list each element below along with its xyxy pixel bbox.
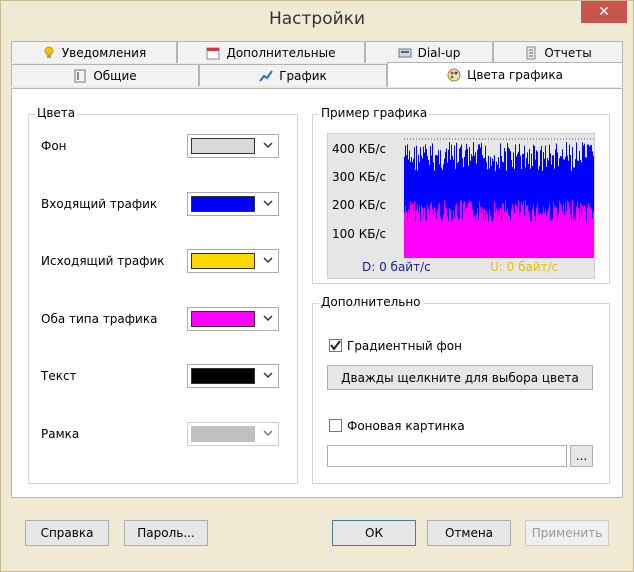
cancel-button[interactable]: Отмена [427, 520, 511, 546]
y-axis-label: 400 КБ/с [332, 142, 387, 156]
pick-color-button-label: Дважды щелкните для выбора цвета [341, 370, 579, 385]
ok-button-label: ОК [365, 526, 383, 540]
chevron-down-icon [263, 257, 273, 264]
tab-general[interactable]: Общие [11, 64, 199, 86]
graph-preview: 400 КБ/с 300 КБ/с 200 КБ/с 100 КБ/с D: 0… [327, 133, 595, 279]
window-title: Настройки [268, 9, 365, 29]
gradient-checkbox[interactable] [329, 339, 342, 352]
color-select-border[interactable] [187, 422, 279, 446]
color-select-both[interactable] [187, 307, 279, 331]
tab-label: Цвета графика [467, 68, 563, 82]
background-image-checkbox[interactable] [329, 419, 342, 432]
color-swatch [191, 253, 255, 269]
help-button-label: Справка [40, 526, 94, 540]
color-label-text: Текст [41, 369, 77, 383]
tab-label: График [279, 68, 327, 83]
tab-panel: Цвета Фон Входящий трафик Исходящий траф… [11, 88, 623, 498]
palette-icon [447, 68, 461, 82]
tab-label: Dial-up [417, 45, 461, 60]
chevron-down-icon [263, 372, 273, 379]
lightbulb-icon [44, 46, 54, 58]
password-button[interactable]: Пароль... [124, 520, 208, 546]
apply-button[interactable]: Применить [525, 520, 609, 546]
modem-icon [398, 48, 412, 57]
general-icon [74, 69, 86, 82]
browse-button-label: ... [575, 449, 588, 463]
background-image-label: Фоновая картинка [347, 419, 465, 433]
close-icon: ✕ [598, 4, 610, 20]
color-label-both: Оба типа трафика [41, 312, 158, 326]
group-title: Пример графика [319, 106, 430, 120]
traffic-plot [404, 138, 594, 258]
y-axis-label: 200 КБ/с [332, 198, 387, 212]
checkmark-icon [330, 340, 341, 351]
extra-group: Дополнительно Градиентный фон Дважды щел… [312, 295, 610, 484]
color-label-incoming: Входящий трафик [41, 197, 158, 211]
background-image-path-input[interactable] [327, 445, 567, 467]
color-select-background[interactable] [187, 134, 279, 158]
gradient-label: Градиентный фон [347, 339, 462, 353]
settings-window: Настройки ✕ Уведомления Дополнительные D… [0, 0, 634, 572]
apply-button-label: Применить [531, 526, 603, 540]
chevron-down-icon [263, 142, 273, 149]
chevron-down-icon [263, 315, 273, 322]
tab-graph-colors[interactable]: Цвета графика [387, 62, 623, 87]
color-select-outgoing[interactable] [187, 249, 279, 273]
tab-reports[interactable]: Отчеты [493, 41, 623, 63]
pick-color-button[interactable]: Дважды щелкните для выбора цвета [327, 365, 593, 390]
cancel-button-label: Отмена [444, 526, 494, 540]
close-button[interactable]: ✕ [581, 1, 627, 23]
tab-additional[interactable]: Дополнительные [177, 41, 365, 63]
tab-label: Отчеты [544, 45, 592, 60]
tab-label: Дополнительные [226, 45, 336, 60]
group-title: Дополнительно [319, 295, 423, 309]
color-swatch [191, 138, 255, 154]
title-bar: Настройки ✕ [1, 1, 633, 37]
color-label-background: Фон [41, 139, 67, 153]
chevron-down-icon [263, 430, 273, 437]
help-button[interactable]: Справка [25, 520, 109, 546]
graph-preview-group: Пример графика 400 КБ/с 300 КБ/с 200 КБ/… [312, 106, 610, 284]
color-select-text[interactable] [187, 364, 279, 388]
chevron-down-icon [263, 200, 273, 207]
calendar-icon [206, 47, 220, 59]
browse-button[interactable]: ... [570, 445, 593, 467]
y-axis-label: 300 КБ/с [332, 170, 387, 184]
chart-icon [259, 69, 274, 82]
password-button-label: Пароль... [137, 526, 195, 540]
graph-status-bar: D: 0 байт/с U: 0 байт/с [328, 256, 594, 278]
group-title: Цвета [35, 106, 78, 120]
y-axis-label: 100 КБ/с [332, 227, 387, 241]
ok-button[interactable]: ОК [332, 520, 416, 546]
color-swatch [191, 196, 255, 212]
tab-label: Общие [93, 68, 137, 83]
color-label-outgoing: Исходящий трафик [41, 254, 165, 268]
tab-notifications[interactable]: Уведомления [11, 41, 177, 63]
tab-graph[interactable]: График [199, 64, 387, 86]
tab-label: Уведомления [61, 45, 147, 60]
color-label-border: Рамка [41, 427, 80, 441]
color-swatch [191, 368, 255, 384]
colors-group: Цвета Фон Входящий трафик Исходящий траф… [28, 106, 298, 484]
color-swatch [191, 311, 255, 327]
color-select-incoming[interactable] [187, 192, 279, 216]
report-icon [526, 46, 536, 59]
download-status: D: 0 байт/с [362, 260, 431, 274]
color-swatch [191, 426, 255, 442]
tab-dialup[interactable]: Dial-up [365, 41, 493, 63]
upload-status: U: 0 байт/с [490, 260, 559, 274]
